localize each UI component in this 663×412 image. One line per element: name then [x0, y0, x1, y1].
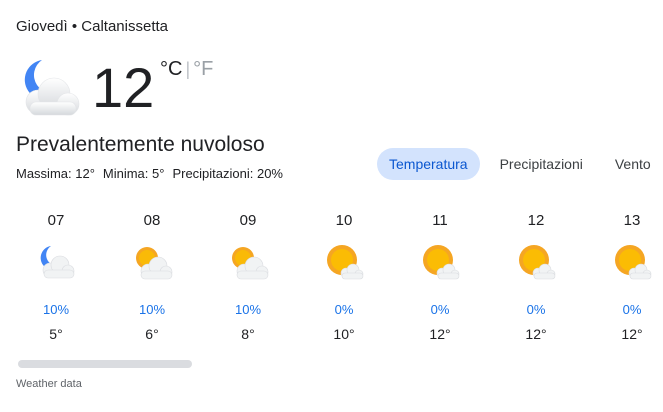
- hour-temperature: 12°: [525, 326, 547, 342]
- tab-temperatura[interactable]: Temperatura: [377, 148, 480, 180]
- unit-separator: |: [185, 59, 191, 79]
- min-temperature: Minima: 5°: [102, 166, 165, 181]
- unit-switcher: °C | °F: [160, 58, 213, 81]
- hour-precipitation: 0%: [430, 302, 450, 317]
- hour-precipitation: 10%: [138, 302, 166, 317]
- metric-tabs: Temperatura Precipitazioni Vento: [377, 148, 663, 180]
- hour-time: 11: [432, 212, 448, 229]
- moon-cloud-icon: [24, 60, 80, 116]
- hour-precipitation: 0%: [622, 302, 642, 317]
- hour-column: 13 0% 12°: [584, 208, 663, 342]
- hour-column: 07 10% 5°: [8, 208, 104, 342]
- max-temperature: Massima: 12°: [16, 166, 95, 181]
- precipitation-chance: Precipitazioni: 20%: [172, 166, 283, 181]
- current-temperature: 12: [92, 56, 155, 119]
- hour-column: 11 0% 12°: [392, 208, 488, 342]
- sun-small-cloud-icon: [418, 240, 462, 284]
- celsius-unit[interactable]: °C: [160, 58, 182, 81]
- hour-temperature: 5°: [49, 326, 63, 342]
- hour-column: 08 10% 6°: [104, 208, 200, 342]
- hour-precipitation: 10%: [234, 302, 262, 317]
- sun-cloud-icon: [226, 240, 270, 284]
- weather-data-source[interactable]: Weather data: [16, 378, 82, 390]
- hour-temperature: 10°: [333, 326, 355, 342]
- hour-column: 12 0% 12°: [488, 208, 584, 342]
- hour-time: 13: [623, 212, 641, 229]
- hour-time: 09: [239, 212, 257, 229]
- hour-time: 08: [143, 212, 161, 229]
- hour-precipitation: 0%: [526, 302, 546, 317]
- horizontal-scrollbar[interactable]: [18, 360, 192, 368]
- hour-column: 09 10% 8°: [200, 208, 296, 342]
- location-date-header: Giovedì • Caltanissetta: [16, 18, 168, 35]
- hour-temperature: 8°: [241, 326, 255, 342]
- hour-temperature: 12°: [621, 326, 643, 342]
- sun-small-cloud-icon: [610, 240, 654, 284]
- hour-time: 12: [527, 212, 545, 229]
- weather-details: Massima: 12° Minima: 5° Precipitazioni: …: [16, 166, 283, 181]
- fahrenheit-unit[interactable]: °F: [193, 58, 213, 81]
- hour-temperature: 6°: [145, 326, 159, 342]
- tab-precipitazioni[interactable]: Precipitazioni: [488, 148, 595, 180]
- sun-small-cloud-icon: [322, 240, 366, 284]
- sun-small-cloud-icon: [514, 240, 558, 284]
- moon-cloud-icon: [34, 240, 78, 284]
- hour-precipitation: 0%: [334, 302, 354, 317]
- hour-column: 10 0% 10°: [296, 208, 392, 342]
- weather-condition: Prevalentemente nuvoloso: [16, 133, 265, 156]
- tab-vento[interactable]: Vento: [603, 148, 663, 180]
- hourly-forecast: 07 10% 5° 08 10% 6° 09 10% 8° 10 0% 10° 11 0% 12° 12 0% 1…: [8, 208, 663, 342]
- hour-time: 10: [335, 212, 353, 229]
- sun-cloud-icon: [130, 240, 174, 284]
- hour-precipitation: 10%: [42, 302, 70, 317]
- hour-temperature: 12°: [429, 326, 451, 342]
- hour-time: 07: [47, 212, 65, 229]
